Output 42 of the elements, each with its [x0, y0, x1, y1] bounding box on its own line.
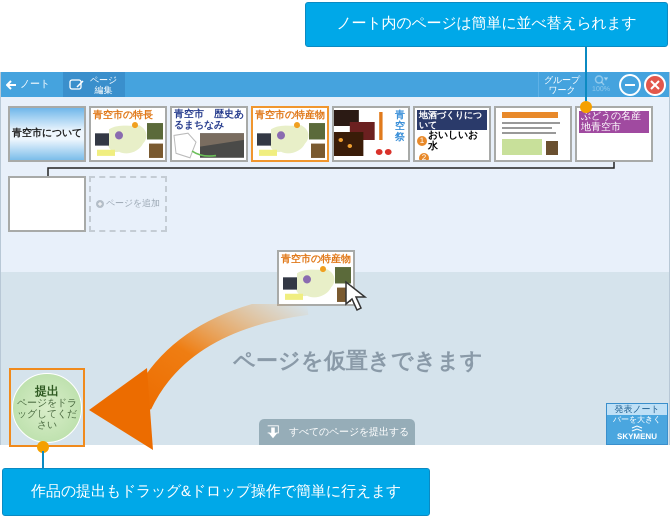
add-page-button[interactable]: ページを追加	[89, 176, 167, 232]
slide-title: 青空祭	[395, 110, 405, 145]
slide-heading: おいしいお水	[428, 130, 479, 152]
slide-title: 青空市の特産物	[280, 252, 352, 265]
close-icon	[650, 80, 660, 90]
back-button[interactable]: ノート	[1, 72, 55, 97]
dragged-page-thumbnail[interactable]: 青空市の特産物	[277, 250, 355, 306]
plus-icon	[96, 200, 104, 208]
callout-box: 作品の提出もドラッグ&ドロップ操作で簡単に行えます	[2, 468, 430, 516]
slide-title: 地酒づくりについて	[417, 110, 487, 130]
page-thumbnail[interactable]: 青空市 歴史あるまちなみ	[170, 106, 248, 162]
callout-leader-line	[580, 47, 592, 113]
callout-box: ノート内のページは簡単に並べ替えられます	[305, 2, 668, 47]
slide-title: 青空市について	[12, 128, 82, 140]
number-badge: 2	[419, 153, 429, 160]
page-edit-button[interactable]: ページ編集	[63, 72, 125, 97]
download-tray-icon	[265, 423, 281, 441]
close-button[interactable]	[644, 74, 666, 96]
submit-title: 提出	[35, 384, 59, 398]
page-thumbnail[interactable]	[8, 176, 86, 232]
page-thumbnail[interactable]: 青空祭	[332, 106, 410, 162]
number-badge: 1	[417, 136, 427, 146]
slide-title: 青空市 歴史あるまちなみ	[173, 108, 245, 131]
slide-title: ぶどうの名産地青空市	[579, 111, 649, 133]
page-thumbnail[interactable]: ぶどうの名産地青空市	[575, 106, 653, 162]
chevron-up-icon	[631, 425, 643, 432]
slide-title: 青空市の特産物	[254, 108, 326, 121]
expand-bar-button[interactable]: バーを大きく	[613, 415, 661, 432]
skymenu-title: 発表ノート	[607, 404, 667, 415]
callout-leader-line	[37, 441, 49, 469]
skymenu-logo: SKYMENU	[616, 432, 657, 441]
back-arrow-icon	[6, 80, 17, 90]
slide-title: 青空市の特長	[92, 108, 154, 121]
page-thumbnail[interactable]: 青空市の特長	[89, 106, 167, 162]
edit-icon	[69, 79, 85, 90]
search-icon	[594, 75, 608, 86]
drop-hint-text: ページを仮置きできます	[233, 347, 483, 375]
submit-all-button[interactable]: すべてのページを提出する	[259, 419, 415, 445]
submit-drop-zone[interactable]: 提出 ページをドラッグしてください	[9, 368, 85, 447]
page-thumbnail[interactable]: 青空市について	[8, 106, 86, 162]
submit-hint: ページをドラッグしてください	[16, 398, 78, 431]
page-thumbnail[interactable]: 青空市の特産物	[251, 106, 329, 162]
